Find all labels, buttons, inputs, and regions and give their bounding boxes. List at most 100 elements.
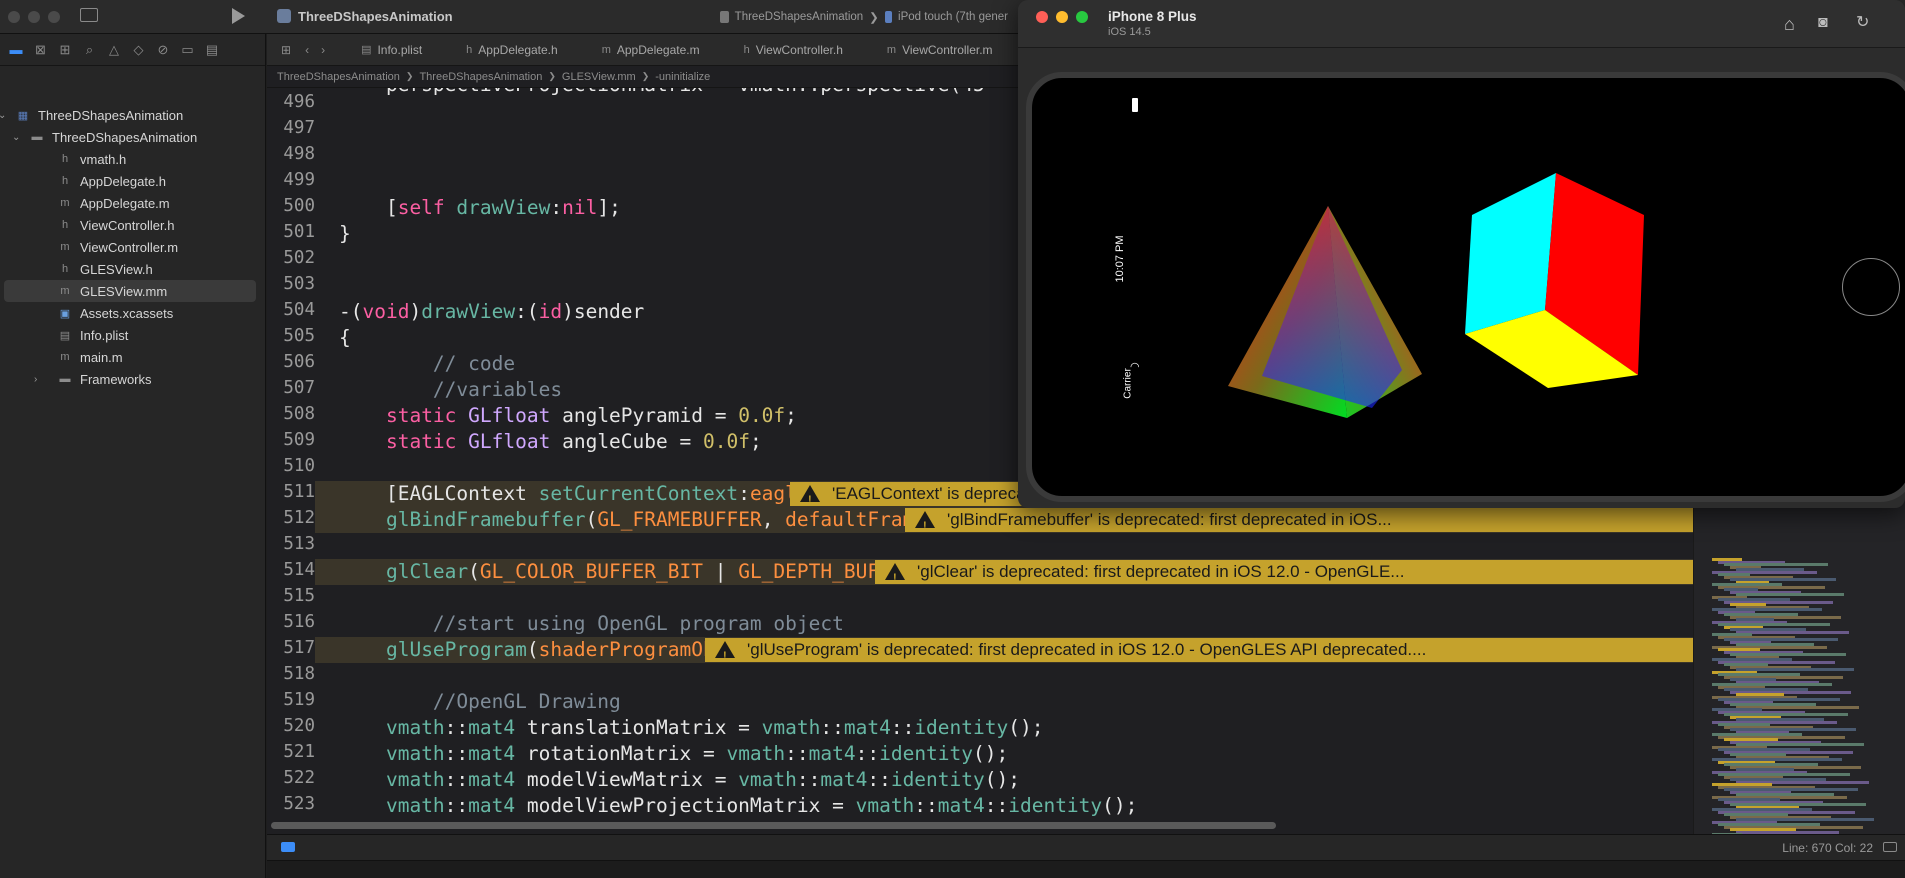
simulator-title-bar: iPhone 8 Plus iOS 14.5 ⌂ ◙ ↻ [1018,0,1905,48]
navigator-item-label: Assets.xcassets [80,305,174,321]
project-icon: ▦ [17,109,29,122]
device-name: iPhone 8 Plus [1108,9,1197,24]
debug-icon[interactable]: ⊘ [151,40,175,60]
close-window-button[interactable] [8,11,20,23]
simulator-zoom-button[interactable] [1076,11,1088,23]
line-number: 513 [283,534,315,554]
scrollbar-thumb[interactable] [271,822,1276,829]
editor-tab[interactable]: m ViewController.m [865,43,1015,57]
editor-tab[interactable]: h ViewController.h [722,43,865,57]
source-control-icon[interactable]: ⊠ [29,40,53,60]
chevron-left-icon[interactable]: ‹ [299,43,315,57]
editor-tab[interactable]: h AppDelegate.h [444,43,580,57]
breadcrumb-item[interactable]: GLESView.mm [562,71,636,83]
chevron-right-icon[interactable]: › [34,374,37,385]
issue-icon[interactable]: △ [102,40,126,60]
home-icon[interactable]: ⌂ [1784,14,1795,35]
sidebar-toggle-icon[interactable] [80,8,98,22]
navigator-item[interactable]: m main.m [4,346,256,368]
source-file-icon: m [60,241,70,253]
navigator-item[interactable]: h GLESView.h [4,258,256,280]
search-icon[interactable]: ⌕ [78,40,102,60]
zoom-window-button[interactable] [48,11,60,23]
line-number: 521 [283,742,315,762]
navigator-item[interactable]: ▣ Assets.xcassets [4,302,256,324]
minimize-window-button[interactable] [28,11,40,23]
simulator-minimize-button[interactable] [1056,11,1068,23]
inspector-toggle-icon[interactable] [1883,842,1897,852]
navigator-item-label: Info.plist [80,327,129,343]
report-icon[interactable]: ▤ [200,40,224,60]
code-line-text: vmath::mat4 rotationMatrix = vmath::mat4… [385,742,1009,765]
grid-icon[interactable]: ⊞ [267,43,299,57]
iphone-screen[interactable]: 10:07 PM ◠ Carrier [1026,72,1905,502]
code-line-text: static GLfloat anglePyramid = 0.0f; [385,404,797,427]
scheme-target: ThreeDShapesAnimation [734,11,864,23]
code-line-text: vmath::mat4 modelViewMatrix = vmath::mat… [385,768,1020,791]
breadcrumb-item[interactable]: ThreeDShapesAnimation [419,71,542,83]
plist-icon: ▤ [361,44,372,56]
navigator-item-label: AppDelegate.h [80,173,167,189]
line-number: 517 [283,638,315,658]
navigator-item[interactable]: h AppDelegate.h [4,170,256,192]
navigator-item-label: GLESView.mm [80,283,168,299]
line-number: 504 [283,300,315,320]
warning-icon [885,563,905,584]
code-line-text: } [339,222,351,245]
screenshot-icon[interactable]: ◙ [1818,14,1828,32]
navigator-item-label: Frameworks [80,371,152,387]
test-icon[interactable]: ◇ [127,40,151,60]
editor-tab[interactable]: ▤ Info.plist [339,43,444,57]
chevron-down-icon[interactable]: ⌄ [0,110,6,121]
navigator-item[interactable]: h vmath.h [4,148,256,170]
chevron-right-icon[interactable]: › [315,43,339,57]
scheme-selector[interactable]: ThreeDShapesAnimation ❯ iPod touch (7th … [714,7,1014,27]
header-file-icon: h [61,153,69,165]
rotate-icon[interactable]: ↻ [1856,12,1869,32]
chevron-right-icon: ❯ [641,71,650,81]
breadcrumb-item[interactable]: ThreeDShapesAnimation [277,71,400,83]
simulator-close-button[interactable] [1036,11,1048,23]
navigator-item[interactable]: ⌄ ▬ ThreeDShapesAnimation [4,126,256,148]
line-number: 498 [283,144,315,164]
chevron-right-icon: ❯ [405,71,414,81]
symbol-icon[interactable]: ⊞ [53,40,77,60]
line-number: 500 [283,196,315,216]
navigator-item[interactable]: › ▬ Frameworks [4,368,256,390]
code-line: vmath::mat4 modelViewMatrix = vmath::mat… [315,767,1905,793]
navigator-item[interactable]: m AppDelegate.m [4,192,256,214]
deprecation-warning[interactable]: 'glClear' is deprecated: first deprecate… [875,560,1693,584]
chevron-down-icon[interactable]: ⌄ [12,132,20,143]
navigator-item-label: AppDelegate.m [80,195,170,211]
warning-icon [800,485,820,506]
deprecation-warning[interactable]: 'glUseProgram' is deprecated: first depr… [705,638,1693,662]
home-button[interactable] [1842,258,1900,316]
line-number: 508 [283,404,315,424]
deprecation-warning[interactable]: 'glBindFramebuffer' is deprecated: first… [905,508,1693,532]
breadcrumb-item[interactable]: -uninitialize [655,71,710,83]
navigator-item-label: main.m [80,349,123,365]
debug-area-toggle-icon[interactable] [281,842,295,852]
line-number: 501 [283,222,315,242]
folder-icon[interactable]: ▬ [4,40,28,60]
navigator-item[interactable]: m GLESView.mm [4,280,256,302]
navigator-item[interactable]: ⌄ ▦ ThreeDShapesAnimation [0,104,256,126]
navigator-item[interactable]: h ViewController.h [4,214,256,236]
navigator-item[interactable]: ▤ Info.plist [4,324,256,346]
code-line-text: static GLfloat angleCube = 0.0f; [385,430,762,453]
code-line-text: vmath::mat4 modelViewProjectionMatrix = … [385,794,1138,817]
run-button[interactable] [232,8,245,24]
editor-tab[interactable]: m AppDelegate.m [580,43,722,57]
folder-icon: ▬ [31,131,43,143]
project-icon [277,9,291,23]
line-number: 520 [283,716,315,736]
breakpoint-icon[interactable]: ▭ [176,40,200,60]
navigator-item[interactable]: m ViewController.m [4,236,256,258]
code-line-text: vmath::mat4 translationMatrix = vmath::m… [385,716,1044,739]
code-line-text: //OpenGL Drawing [432,690,621,713]
warning-icon [715,641,735,662]
horizontal-scrollbar[interactable] [271,822,1687,830]
editor-tab-label: ViewController.m [902,42,993,57]
header-file-icon: h [743,43,750,56]
